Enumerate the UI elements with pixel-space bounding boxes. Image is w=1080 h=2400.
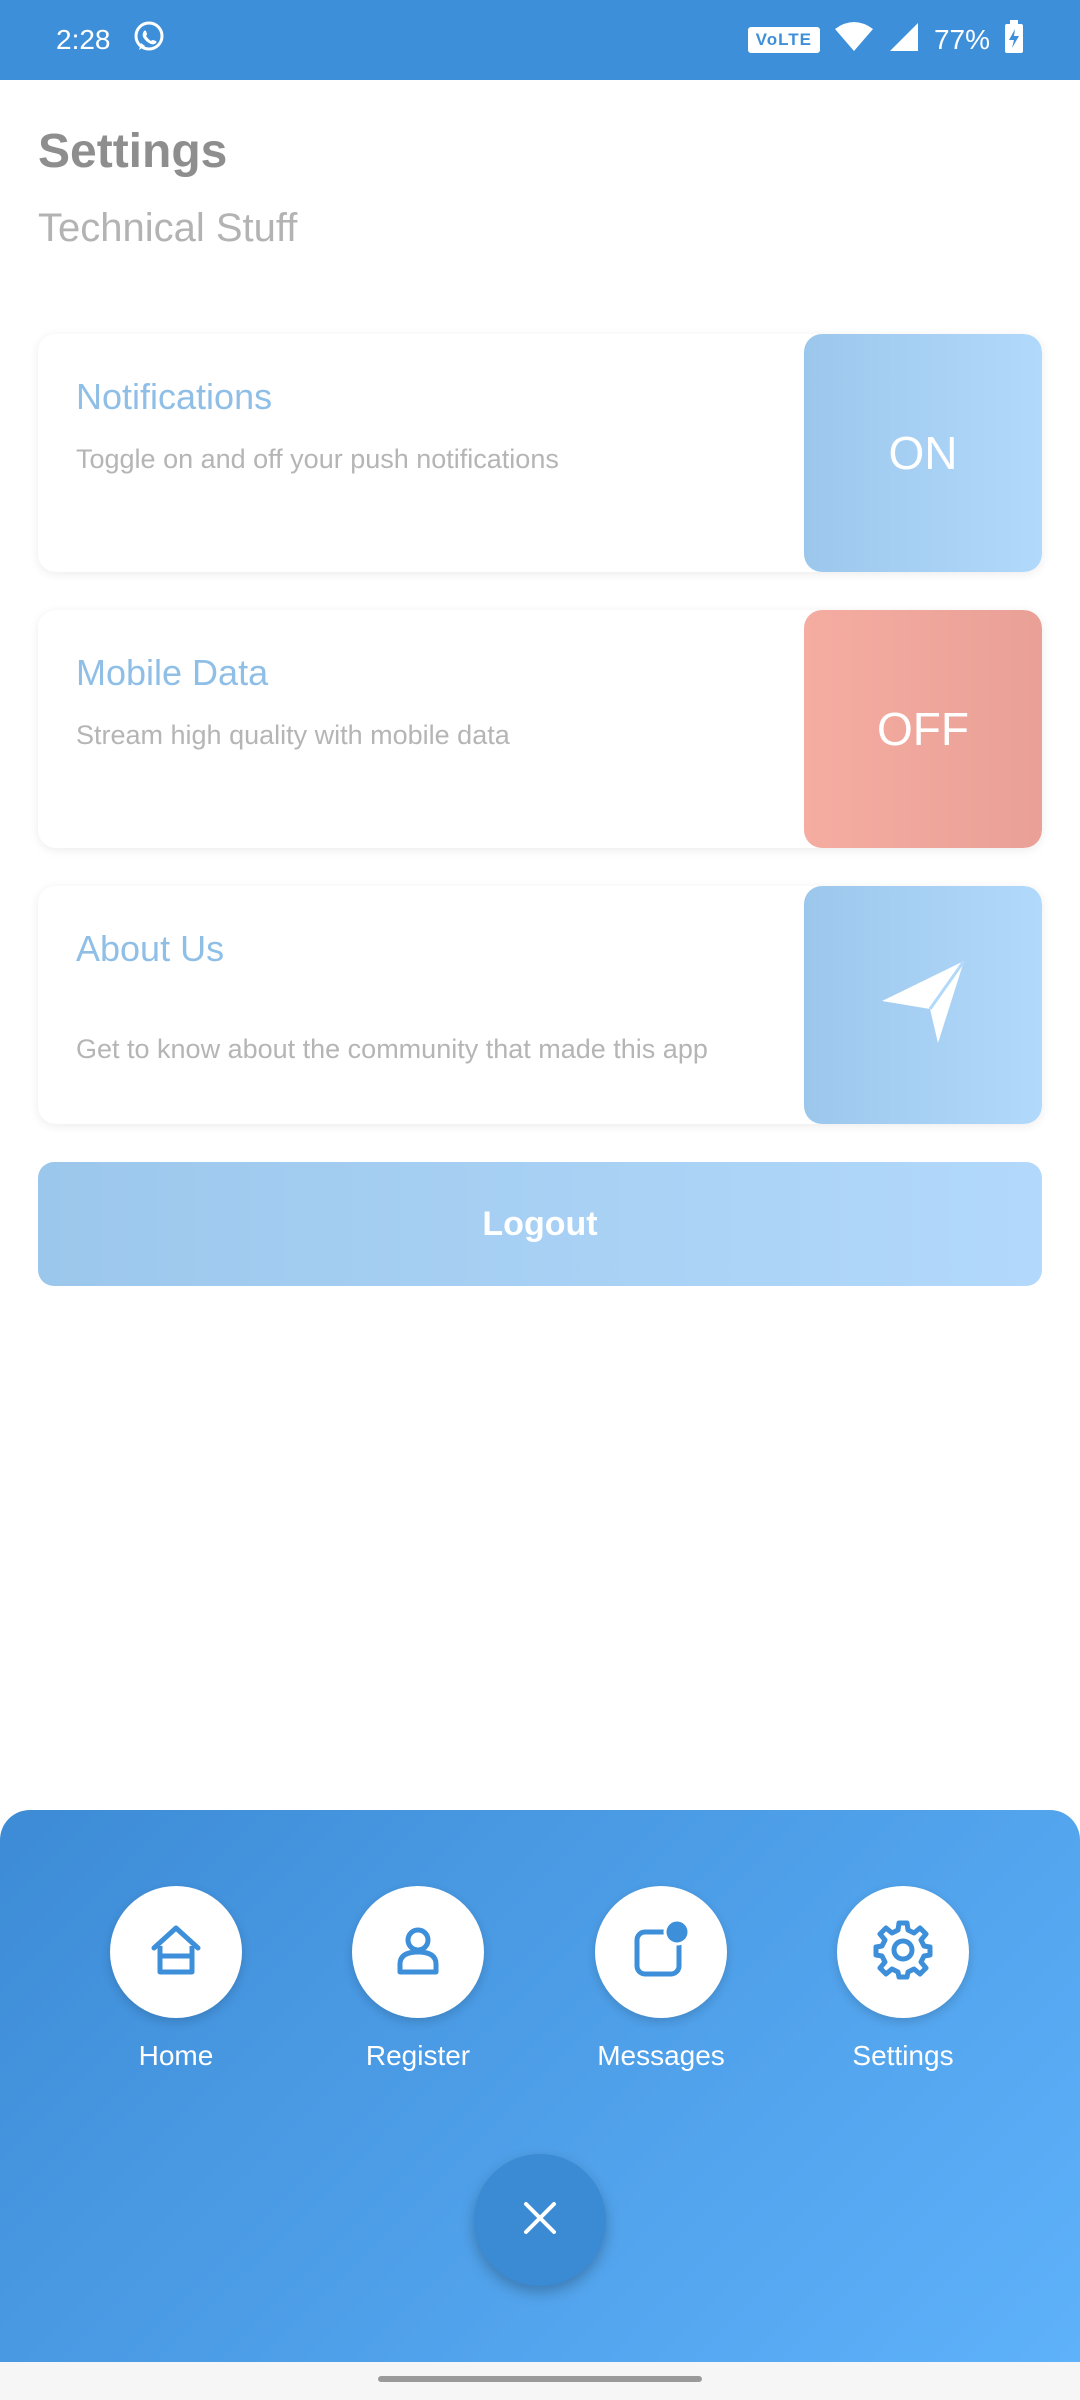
nav-label: Settings [852,2040,954,2071]
nav-button[interactable] [352,1886,484,2018]
mobile-data-toggle-button[interactable]: OFF [804,610,1042,848]
card-description: Get to know about the community that mad… [76,1034,708,1064]
battery-charging-icon [1004,19,1024,61]
card-title: Notifications [76,376,273,417]
card-title: Mobile Data [76,652,269,693]
about-us-button[interactable] [804,886,1042,1124]
gear-icon [872,1919,934,1986]
nav-label: Messages [597,2040,725,2071]
home-icon [146,1920,206,1985]
nav-item-messages[interactable]: Messages [571,1886,751,2072]
close-icon [520,2198,560,2243]
card-title: About Us [76,928,225,969]
card-description: Toggle on and off your push notification… [76,444,559,474]
status-bar: 2:28 VoLTE 77% [0,0,1080,80]
card-description: Stream high quality with mobile data [76,720,510,750]
notifications-card: Notifications Toggle on and off your pus… [38,334,1042,572]
page-title: Settings [38,125,228,178]
mobile-data-card: Mobile Data Stream high quality with mob… [38,610,1042,848]
send-icon [878,955,968,1056]
close-menu-button[interactable] [474,2154,606,2286]
wifi-icon [834,21,874,60]
logout-button[interactable]: Logout [38,1162,1042,1286]
signal-icon [888,21,920,60]
home-gesture-bar[interactable] [378,2376,702,2382]
gesture-area [0,2362,1080,2400]
nav-item-settings[interactable]: Settings [813,1886,993,2072]
bottom-nav-panel: Home Register Messages Settings [0,1810,1080,2362]
nav-button[interactable] [837,1886,969,2018]
nav-label: Home [138,2040,214,2071]
page-subtitle: Technical Stuff [38,206,298,250]
nav-button[interactable] [595,1886,727,2018]
nav-item-register[interactable]: Register [328,1886,508,2072]
notifications-toggle-button[interactable]: ON [804,334,1042,572]
whatsapp-icon [131,19,167,62]
volte-badge: VoLTE [747,27,820,53]
message-icon [629,1918,693,1987]
nav-item-home[interactable]: Home [86,1886,266,2072]
status-time: 2:28 [56,24,111,55]
about-us-card: About Us Get to know about the community… [38,886,1042,1124]
nav-label: Register [365,2040,471,2071]
battery-percent: 77% [933,24,990,55]
user-icon [388,1920,448,1985]
nav-button[interactable] [110,1886,242,2018]
